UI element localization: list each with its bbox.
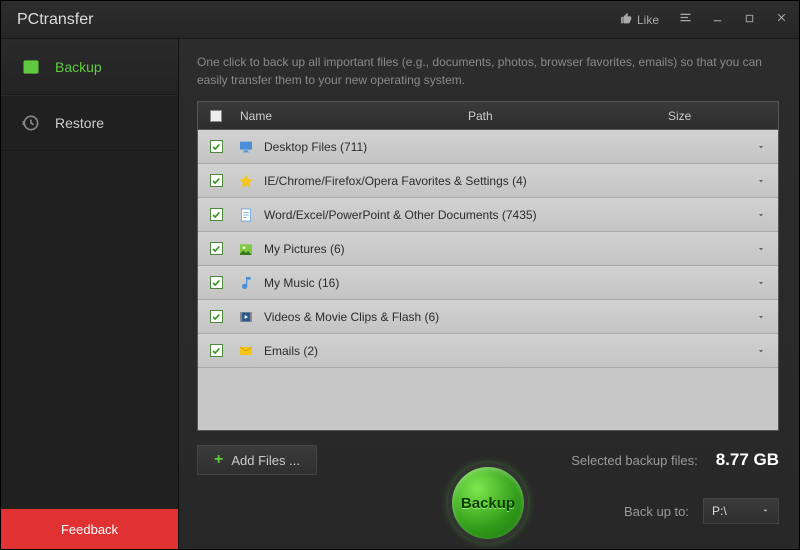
row-label: Desktop Files (711): [258, 140, 744, 154]
maximize-button[interactable]: [735, 8, 763, 32]
sidebar-item-label: Restore: [55, 115, 104, 131]
backup-button[interactable]: Backup: [448, 463, 528, 543]
row-checkbox-cell[interactable]: [198, 344, 234, 357]
row-type-icon: [234, 241, 258, 257]
row-expand-button[interactable]: [744, 312, 778, 322]
row-label: My Music (16): [258, 276, 744, 290]
table-row[interactable]: Emails (2): [198, 334, 778, 368]
row-type-icon: [234, 275, 258, 291]
row-label: Emails (2): [258, 344, 744, 358]
row-checkbox-cell[interactable]: [198, 140, 234, 153]
row-type-icon: [234, 207, 258, 223]
table-row[interactable]: IE/Chrome/Firefox/Opera Favorites & Sett…: [198, 164, 778, 198]
close-button[interactable]: [767, 8, 795, 32]
select-all-checkbox[interactable]: [210, 110, 222, 122]
restore-icon: [21, 113, 41, 133]
chevron-down-icon: [761, 504, 770, 518]
row-label: My Pictures (6): [258, 242, 744, 256]
sidebar-item-restore[interactable]: Restore: [1, 95, 178, 151]
like-button[interactable]: Like: [612, 10, 667, 30]
row-checkbox-cell[interactable]: [198, 276, 234, 289]
header-checkbox-cell[interactable]: [198, 110, 234, 122]
bottom-row-2: Backup Back up to: P:\: [197, 485, 779, 537]
drive-select[interactable]: P:\: [703, 498, 779, 524]
app-body: Backup Restore Feedback One click to bac…: [1, 39, 799, 549]
add-files-button[interactable]: + Add Files ...: [197, 445, 317, 475]
minimize-button[interactable]: [703, 8, 731, 32]
backup-to-label: Back up to:: [624, 504, 689, 519]
row-type-icon: [234, 173, 258, 189]
column-header-size[interactable]: Size: [668, 109, 778, 123]
sidebar: Backup Restore Feedback: [1, 39, 179, 549]
minimize-icon: [711, 11, 724, 29]
row-checkbox[interactable]: [210, 276, 223, 289]
row-label: IE/Chrome/Firefox/Opera Favorites & Sett…: [258, 174, 744, 188]
row-expand-button[interactable]: [744, 346, 778, 356]
plus-icon: +: [214, 451, 223, 469]
row-type-icon: [234, 309, 258, 325]
sidebar-spacer: [1, 151, 178, 509]
menu-button[interactable]: [671, 8, 699, 32]
description-text: One click to back up all important files…: [197, 53, 779, 89]
menu-icon: [678, 10, 693, 30]
table-row[interactable]: Word/Excel/PowerPoint & Other Documents …: [198, 198, 778, 232]
row-type-icon: [234, 139, 258, 155]
backup-button-label: Backup: [461, 495, 515, 512]
sidebar-item-backup[interactable]: Backup: [1, 39, 178, 95]
bottom-bar: + Add Files ... Selected backup files: 8…: [197, 431, 779, 537]
app-window: PCtransfer Like: [0, 0, 800, 550]
row-checkbox[interactable]: [210, 310, 223, 323]
table-row[interactable]: My Pictures (6): [198, 232, 778, 266]
row-label: Word/Excel/PowerPoint & Other Documents …: [258, 208, 744, 222]
row-checkbox-cell[interactable]: [198, 242, 234, 255]
like-label: Like: [637, 13, 659, 27]
selected-files-label: Selected backup files:: [571, 453, 697, 468]
row-checkbox-cell[interactable]: [198, 174, 234, 187]
add-files-label: Add Files ...: [231, 453, 300, 468]
table-header: Name Path Size: [198, 102, 778, 130]
row-expand-button[interactable]: [744, 278, 778, 288]
main-panel: One click to back up all important files…: [179, 39, 799, 549]
row-expand-button[interactable]: [744, 176, 778, 186]
file-table: Name Path Size Desktop Files (711) IE/Chr…: [197, 101, 779, 431]
selected-files-size: 8.77 GB: [716, 450, 779, 470]
titlebar: PCtransfer Like: [1, 1, 799, 39]
row-label: Videos & Movie Clips & Flash (6): [258, 310, 744, 324]
row-expand-button[interactable]: [744, 244, 778, 254]
row-checkbox[interactable]: [210, 174, 223, 187]
feedback-label: Feedback: [61, 522, 118, 537]
titlebar-actions: Like: [612, 8, 795, 32]
row-expand-button[interactable]: [744, 210, 778, 220]
row-checkbox-cell[interactable]: [198, 310, 234, 323]
row-checkbox[interactable]: [210, 208, 223, 221]
column-header-path[interactable]: Path: [468, 109, 668, 123]
sidebar-item-label: Backup: [55, 59, 102, 75]
feedback-button[interactable]: Feedback: [1, 509, 178, 549]
row-checkbox[interactable]: [210, 344, 223, 357]
drive-value: P:\: [712, 504, 727, 518]
row-checkbox[interactable]: [210, 242, 223, 255]
table-row[interactable]: Videos & Movie Clips & Flash (6): [198, 300, 778, 334]
row-type-icon: [234, 343, 258, 359]
close-icon: [775, 11, 788, 29]
row-checkbox-cell[interactable]: [198, 208, 234, 221]
table-row[interactable]: My Music (16): [198, 266, 778, 300]
column-header-name[interactable]: Name: [234, 109, 468, 123]
row-checkbox[interactable]: [210, 140, 223, 153]
maximize-icon: [744, 11, 755, 29]
backup-icon: [21, 57, 41, 77]
table-row[interactable]: Desktop Files (711): [198, 130, 778, 164]
app-title: PCtransfer: [17, 11, 612, 29]
thumbs-up-icon: [620, 12, 633, 28]
table-rows: Desktop Files (711) IE/Chrome/Firefox/Ope…: [198, 130, 778, 430]
row-expand-button[interactable]: [744, 142, 778, 152]
